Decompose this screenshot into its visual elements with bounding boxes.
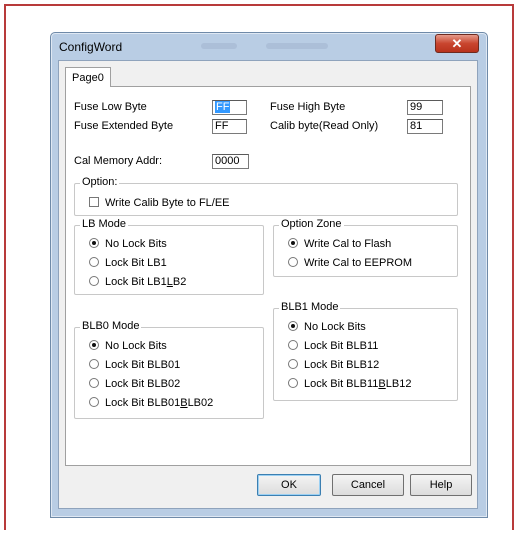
lb-lock-lb1-label: Lock Bit LB1	[105, 257, 167, 269]
blb1-lock-blb12-label: Lock Bit BLB12	[304, 359, 380, 371]
write-cal-eeprom-radio[interactable]: Write Cal to EEPROM	[288, 257, 412, 269]
write-calib-label: Write Calib Byte to FL/EE	[105, 197, 230, 209]
blb1-no-lock-label: No Lock Bits	[304, 321, 366, 333]
blb1-lock-both-label: Lock Bit BLB11	[304, 378, 379, 390]
blb1-lock-blb11-label: Lock Bit BLB11	[304, 340, 379, 352]
radio-icon	[89, 257, 99, 267]
radio-selected-icon	[89, 340, 99, 350]
cancel-button[interactable]: Cancel	[332, 474, 404, 496]
blb0-mode-group: BLB0 Mode No Lock Bits Lock Bit BLB01 Lo…	[74, 320, 264, 419]
radio-icon	[288, 378, 298, 388]
radio-selected-icon	[288, 321, 298, 331]
lb-lock-lb1-lb2-radio[interactable]: Lock Bit LB1LB2	[89, 276, 186, 288]
lb-lock-lb1-lb2-label: Lock Bit LB1	[105, 276, 167, 288]
radio-selected-icon	[288, 238, 298, 248]
write-cal-flash-label: Write Cal to Flash	[304, 238, 392, 250]
write-cal-flash-radio[interactable]: Write Cal to Flash	[288, 238, 391, 250]
option-zone-group: Option Zone Write Cal to Flash Write Cal…	[273, 218, 458, 277]
title-bar[interactable]: ConfigWord ✕	[51, 33, 487, 61]
radio-icon	[288, 359, 298, 369]
blb0-no-lock-label: No Lock Bits	[105, 340, 167, 352]
option-zone-title: Option Zone	[279, 218, 344, 230]
tab-panel: Fuse Low Byte FF Fuse High Byte 99 Fuse …	[65, 86, 471, 466]
label-suffix: LB12	[385, 378, 412, 390]
blb1-mode-group: BLB1 Mode No Lock Bits Lock Bit BLB11 Lo…	[273, 301, 458, 401]
cal-memory-field[interactable]: 0000	[212, 154, 249, 169]
dialog-client-area: Page0 Fuse Low Byte FF Fuse High Byte 99…	[58, 60, 478, 509]
blb1-lock-blb11-radio[interactable]: Lock Bit BLB11	[288, 340, 378, 352]
blb0-lock-blb02-radio[interactable]: Lock Bit BLB02	[89, 378, 180, 390]
radio-icon	[89, 359, 99, 369]
write-cal-eeprom-label: Write Cal to EEPROM	[304, 257, 412, 269]
blb1-no-lock-radio[interactable]: No Lock Bits	[288, 321, 366, 333]
label-suffix: B2	[172, 276, 187, 288]
accelerator-letter: B	[180, 397, 188, 409]
fuse-high-label: Fuse High Byte	[270, 101, 346, 113]
radio-icon	[89, 276, 99, 286]
blb1-mode-title: BLB1 Mode	[279, 301, 341, 313]
lb-mode-group: LB Mode No Lock Bits Lock Bit LB1 Lock B…	[74, 218, 264, 295]
close-button[interactable]: ✕	[435, 34, 479, 53]
blb0-lock-both-radio[interactable]: Lock Bit BLB01BLB02	[89, 397, 213, 409]
fuse-extended-label: Fuse Extended Byte	[74, 120, 174, 132]
blb0-lock-both-label: Lock Bit BLB01	[105, 397, 181, 409]
lb-no-lock-label: No Lock Bits	[105, 238, 167, 250]
lb-mode-title: LB Mode	[80, 218, 129, 230]
configword-dialog: ConfigWord ✕ Page0 Fuse Low Byte FF Fuse…	[50, 32, 488, 518]
checkbox-icon	[89, 197, 99, 207]
accelerator-letter: B	[378, 378, 386, 390]
blb1-lock-both-radio[interactable]: Lock Bit BLB11BLB12	[288, 378, 411, 390]
blb0-lock-blb01-radio[interactable]: Lock Bit BLB01	[89, 359, 180, 371]
fuse-low-value: FF	[215, 101, 231, 113]
option-group: Option: Write Calib Byte to FL/EE	[74, 176, 458, 216]
fuse-low-field[interactable]: FF	[212, 100, 247, 115]
write-calib-checkbox[interactable]: Write Calib Byte to FL/EE	[89, 197, 230, 209]
radio-selected-icon	[89, 238, 99, 248]
calib-byte-field[interactable]: 81	[407, 119, 443, 134]
fuse-extended-field[interactable]: FF	[212, 119, 247, 134]
blb0-lock-blb01-label: Lock Bit BLB01	[105, 359, 181, 371]
title-blur	[201, 43, 237, 49]
calib-byte-label: Calib byte(Read Only)	[270, 120, 379, 132]
window-title: ConfigWord	[59, 40, 123, 54]
radio-icon	[89, 378, 99, 388]
help-button[interactable]: Help	[410, 474, 472, 496]
label-suffix: LB02	[187, 397, 214, 409]
title-blur	[266, 43, 328, 49]
ok-button[interactable]: OK	[257, 474, 321, 496]
radio-icon	[89, 397, 99, 407]
blb0-no-lock-radio[interactable]: No Lock Bits	[89, 340, 167, 352]
lb-no-lock-radio[interactable]: No Lock Bits	[89, 238, 167, 250]
cal-memory-label: Cal Memory Addr:	[74, 155, 163, 167]
radio-icon	[288, 257, 298, 267]
blb0-lock-blb02-label: Lock Bit BLB02	[105, 378, 181, 390]
fuse-low-label: Fuse Low Byte	[74, 101, 147, 113]
option-group-title: Option:	[80, 176, 120, 188]
close-icon: ✕	[451, 36, 463, 51]
fuse-high-field[interactable]: 99	[407, 100, 443, 115]
lb-lock-lb1-radio[interactable]: Lock Bit LB1	[89, 257, 167, 269]
blb0-mode-title: BLB0 Mode	[80, 320, 142, 332]
blb1-lock-blb12-radio[interactable]: Lock Bit BLB12	[288, 359, 379, 371]
tab-page0[interactable]: Page0	[65, 67, 111, 87]
radio-icon	[288, 340, 298, 350]
